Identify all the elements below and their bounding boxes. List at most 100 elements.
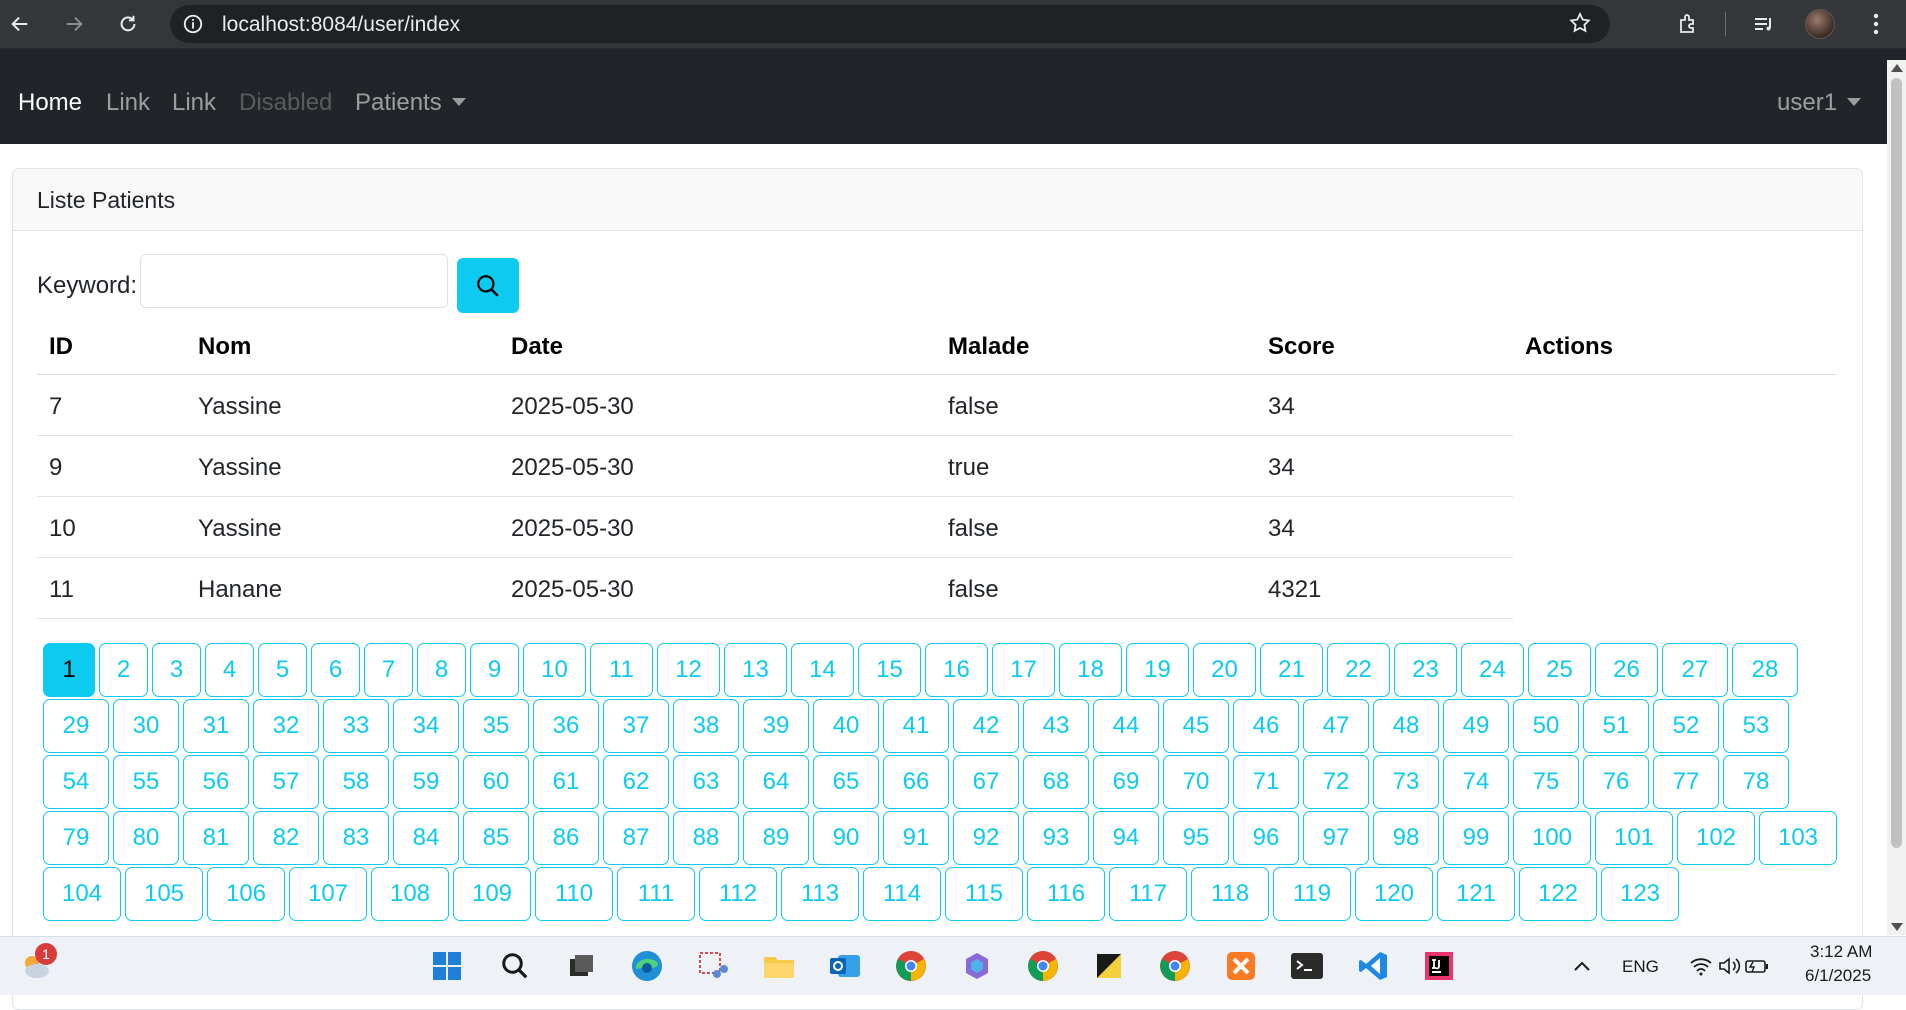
site-info-icon[interactable] bbox=[182, 13, 204, 40]
page-button-64[interactable]: 64 bbox=[743, 755, 809, 809]
outlook-icon[interactable] bbox=[826, 947, 864, 985]
page-button-103[interactable]: 103 bbox=[1759, 811, 1837, 865]
bookmark-star-icon[interactable] bbox=[1568, 11, 1592, 40]
page-button-4[interactable]: 4 bbox=[205, 643, 254, 697]
page-button-68[interactable]: 68 bbox=[1023, 755, 1089, 809]
firefox-chrome-icon[interactable] bbox=[1156, 947, 1194, 985]
page-button-122[interactable]: 122 bbox=[1519, 867, 1597, 921]
page-button-63[interactable]: 63 bbox=[673, 755, 739, 809]
keyword-input[interactable] bbox=[140, 254, 448, 308]
page-button-42[interactable]: 42 bbox=[953, 699, 1019, 753]
page-scrollbar[interactable] bbox=[1887, 60, 1906, 935]
page-button-112[interactable]: 112 bbox=[699, 867, 777, 921]
page-button-3[interactable]: 3 bbox=[152, 643, 201, 697]
page-button-30[interactable]: 30 bbox=[113, 699, 179, 753]
page-button-104[interactable]: 104 bbox=[43, 867, 121, 921]
scroll-down-arrow-icon[interactable] bbox=[1891, 923, 1903, 931]
page-button-105[interactable]: 105 bbox=[125, 867, 203, 921]
page-button-35[interactable]: 35 bbox=[463, 699, 529, 753]
page-button-114[interactable]: 114 bbox=[863, 867, 941, 921]
page-button-95[interactable]: 95 bbox=[1163, 811, 1229, 865]
user-dropdown[interactable]: user1 bbox=[1777, 89, 1862, 117]
page-button-111[interactable]: 111 bbox=[617, 867, 695, 921]
page-button-43[interactable]: 43 bbox=[1023, 699, 1089, 753]
page-button-72[interactable]: 72 bbox=[1303, 755, 1369, 809]
page-button-33[interactable]: 33 bbox=[323, 699, 389, 753]
intellij-icon[interactable] bbox=[1420, 947, 1458, 985]
page-button-20[interactable]: 20 bbox=[1193, 643, 1256, 697]
back-icon[interactable] bbox=[4, 8, 36, 40]
page-button-7[interactable]: 7 bbox=[364, 643, 413, 697]
page-button-13[interactable]: 13 bbox=[724, 643, 787, 697]
page-button-108[interactable]: 108 bbox=[371, 867, 449, 921]
page-button-34[interactable]: 34 bbox=[393, 699, 459, 753]
address-bar[interactable]: localhost:8084/user/index bbox=[170, 5, 1610, 43]
page-button-23[interactable]: 23 bbox=[1394, 643, 1457, 697]
nav-link-1[interactable]: Link bbox=[106, 89, 150, 117]
page-button-15[interactable]: 15 bbox=[858, 643, 921, 697]
search-icon[interactable] bbox=[496, 947, 534, 985]
page-button-96[interactable]: 96 bbox=[1233, 811, 1299, 865]
page-button-24[interactable]: 24 bbox=[1461, 643, 1524, 697]
page-button-75[interactable]: 75 bbox=[1513, 755, 1579, 809]
vscode-icon[interactable] bbox=[1354, 947, 1392, 985]
page-button-56[interactable]: 56 bbox=[183, 755, 249, 809]
clock-date[interactable]: 6/1/2025 bbox=[1805, 966, 1871, 986]
page-button-54[interactable]: 54 bbox=[43, 755, 109, 809]
page-button-102[interactable]: 102 bbox=[1677, 811, 1755, 865]
page-button-85[interactable]: 85 bbox=[463, 811, 529, 865]
page-button-66[interactable]: 66 bbox=[883, 755, 949, 809]
page-button-70[interactable]: 70 bbox=[1163, 755, 1229, 809]
page-button-97[interactable]: 97 bbox=[1303, 811, 1369, 865]
page-button-100[interactable]: 100 bbox=[1513, 811, 1591, 865]
page-button-19[interactable]: 19 bbox=[1126, 643, 1189, 697]
page-button-88[interactable]: 88 bbox=[673, 811, 739, 865]
page-button-91[interactable]: 91 bbox=[883, 811, 949, 865]
page-button-98[interactable]: 98 bbox=[1373, 811, 1439, 865]
page-button-106[interactable]: 106 bbox=[207, 867, 285, 921]
copilot-icon[interactable] bbox=[958, 947, 996, 985]
clock-time[interactable]: 3:12 AM bbox=[1810, 942, 1872, 962]
terminal-icon[interactable] bbox=[1288, 947, 1326, 985]
page-button-77[interactable]: 77 bbox=[1653, 755, 1719, 809]
page-button-48[interactable]: 48 bbox=[1373, 699, 1439, 753]
page-button-99[interactable]: 99 bbox=[1443, 811, 1509, 865]
nav-link-2[interactable]: Link bbox=[172, 89, 216, 117]
page-button-38[interactable]: 38 bbox=[673, 699, 739, 753]
page-button-61[interactable]: 61 bbox=[533, 755, 599, 809]
page-button-39[interactable]: 39 bbox=[743, 699, 809, 753]
page-button-22[interactable]: 22 bbox=[1327, 643, 1390, 697]
page-button-67[interactable]: 67 bbox=[953, 755, 1019, 809]
page-button-71[interactable]: 71 bbox=[1233, 755, 1299, 809]
xampp-icon[interactable] bbox=[1222, 947, 1260, 985]
page-button-101[interactable]: 101 bbox=[1595, 811, 1673, 865]
page-button-17[interactable]: 17 bbox=[992, 643, 1055, 697]
page-button-28[interactable]: 28 bbox=[1732, 643, 1798, 697]
page-button-29[interactable]: 29 bbox=[43, 699, 109, 753]
page-button-32[interactable]: 32 bbox=[253, 699, 319, 753]
scrollbar-thumb[interactable] bbox=[1891, 78, 1902, 848]
page-button-27[interactable]: 27 bbox=[1662, 643, 1728, 697]
page-button-59[interactable]: 59 bbox=[393, 755, 459, 809]
scroll-up-arrow-icon[interactable] bbox=[1891, 64, 1903, 72]
page-button-6[interactable]: 6 bbox=[311, 643, 360, 697]
page-button-37[interactable]: 37 bbox=[603, 699, 669, 753]
forward-icon[interactable] bbox=[58, 8, 90, 40]
extensions-icon[interactable] bbox=[1672, 8, 1704, 40]
page-button-78[interactable]: 78 bbox=[1723, 755, 1789, 809]
page-button-5[interactable]: 5 bbox=[258, 643, 307, 697]
page-button-121[interactable]: 121 bbox=[1437, 867, 1515, 921]
search-button[interactable] bbox=[457, 258, 519, 313]
url-text[interactable]: localhost:8084/user/index bbox=[222, 13, 460, 37]
page-button-10[interactable]: 10 bbox=[523, 643, 586, 697]
sticky-notes-icon[interactable] bbox=[1090, 947, 1128, 985]
chevron-up-icon[interactable] bbox=[1563, 947, 1601, 985]
reload-icon[interactable] bbox=[112, 8, 144, 40]
page-button-123[interactable]: 123 bbox=[1601, 867, 1679, 921]
chrome-menu-icon[interactable] bbox=[1860, 8, 1892, 40]
page-button-118[interactable]: 118 bbox=[1191, 867, 1269, 921]
page-button-76[interactable]: 76 bbox=[1583, 755, 1649, 809]
nav-patients-dropdown[interactable]: Patients bbox=[355, 89, 466, 117]
nav-home[interactable]: Home bbox=[18, 89, 82, 117]
task-view-icon[interactable] bbox=[562, 947, 600, 985]
